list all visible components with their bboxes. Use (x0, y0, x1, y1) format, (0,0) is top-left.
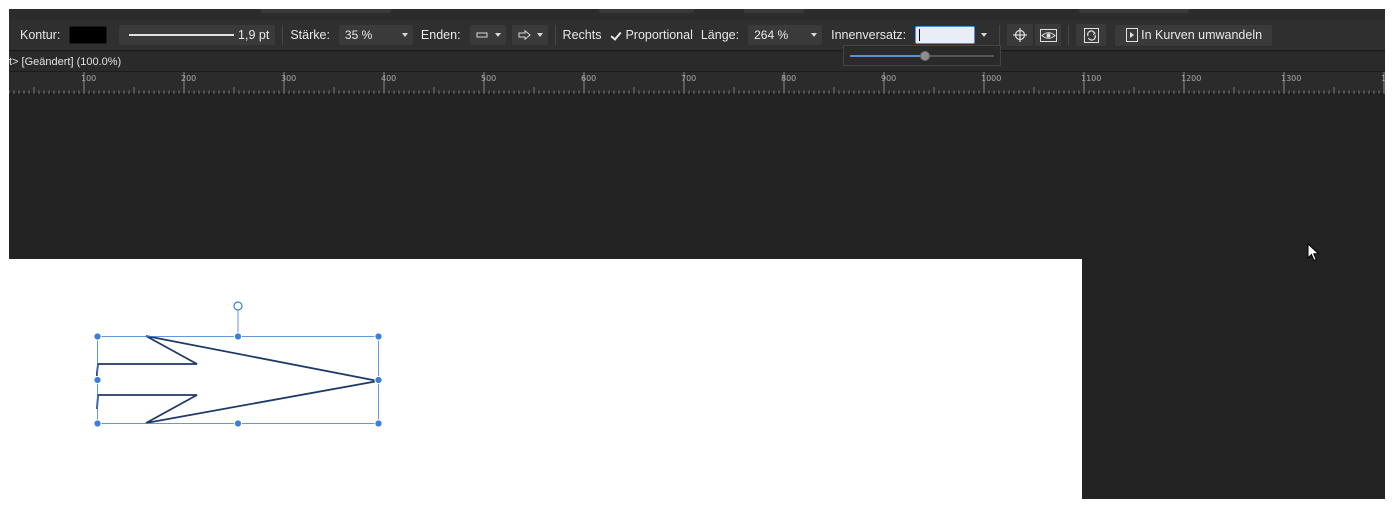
strength-dropdown[interactable]: 35 % (338, 25, 413, 45)
canvas-area[interactable] (9, 95, 1385, 499)
arrow-shape-outline[interactable] (96, 335, 379, 424)
eye-icon (1039, 28, 1057, 42)
rotation-handle[interactable] (233, 301, 243, 311)
document-tab-bar: t> [Geändert] (100.0%) (9, 52, 1385, 72)
ruler-label: 200 (181, 74, 197, 83)
ruler-label: 1200 (1181, 74, 1202, 83)
chevron-down-icon (401, 33, 408, 37)
sync-icon (1083, 27, 1099, 43)
length-value: 264 % (754, 28, 789, 42)
resize-handle-right[interactable] (374, 375, 383, 385)
ruler-label: 800 (781, 74, 797, 83)
stroke-preview-line (129, 34, 235, 36)
stroke-color-swatch[interactable] (69, 26, 108, 44)
ends-start-dropdown[interactable] (469, 25, 506, 45)
resize-handle-bottom[interactable] (233, 419, 243, 428)
document-page[interactable] (9, 259, 1082, 499)
convert-to-curves-button[interactable]: In Kurven umwandeln (1115, 24, 1273, 46)
strength-label: Stärke: (290, 28, 330, 42)
length-dropdown[interactable]: 264 % (748, 25, 823, 45)
selection-bounding-box (97, 336, 379, 424)
divider (282, 25, 284, 45)
chevron-down-icon (494, 33, 501, 37)
text-cursor (919, 29, 921, 41)
ruler-label: 600 (581, 74, 597, 83)
inset-label: Innenversatz: (831, 28, 907, 42)
ruler-label: 1100 (1081, 74, 1102, 83)
app-window: Kontur: 1,9 pt Stärke: 35 % Enden: Recht… (9, 9, 1385, 499)
resize-handle-top[interactable] (233, 332, 243, 341)
length-label: Länge: (700, 28, 740, 42)
main-toolbar-remnant (9, 9, 1385, 20)
inset-slider-thumb[interactable] (920, 51, 930, 61)
proportional-checkbox[interactable] (610, 30, 621, 41)
ruler-label: 500 (481, 74, 497, 83)
ends-end-dropdown[interactable] (511, 25, 548, 45)
divider (554, 25, 556, 45)
stroke-width-value: 1,9 pt (238, 28, 270, 42)
resize-handle-left[interactable] (93, 375, 102, 385)
resize-handle-top-left[interactable] (93, 332, 102, 341)
ruler-label: 400 (381, 74, 397, 83)
horizontal-ruler[interactable]: 100 200 300 400 500 600 700 800 900 1000 1100 1200 1… (9, 72, 1385, 94)
inset-dropdown-toggle[interactable] (977, 25, 989, 45)
proportional-label: Proportional (625, 28, 693, 42)
visibility-toggle-button[interactable] (1035, 24, 1062, 46)
transform-origin-icon (1013, 28, 1028, 42)
selected-arrow-shape[interactable] (9, 259, 429, 499)
inset-slider-fill (850, 55, 925, 57)
inset-input[interactable] (915, 26, 976, 44)
ruler-label: 1300 (1281, 74, 1302, 83)
resize-handle-bottom-left[interactable] (93, 419, 102, 428)
document-title[interactable]: t> [Geändert] (100.0%) (9, 56, 121, 68)
sync-button[interactable] (1076, 24, 1107, 46)
direction-label: Rechts (562, 28, 602, 42)
ruler-label: 14 (1381, 74, 1385, 83)
inset-slider-popup (843, 45, 1001, 66)
divider (999, 25, 1001, 45)
ruler-label: 300 (281, 74, 297, 83)
chevron-down-icon (536, 33, 543, 37)
resize-handle-top-right[interactable] (374, 332, 383, 341)
chevron-down-icon (811, 33, 818, 37)
ruler-label: 1000 (981, 74, 1002, 83)
ruler-label: 700 (681, 74, 697, 83)
strength-value: 35 % (344, 28, 373, 42)
line-end-none-icon (476, 32, 488, 38)
transform-origin-button[interactable] (1007, 24, 1034, 46)
stroke-width-control[interactable]: 1,9 pt (119, 25, 276, 45)
arrowhead-outline-icon (518, 30, 531, 40)
context-toolbar: Kontur: 1,9 pt Stärke: 35 % Enden: Recht… (9, 20, 1385, 51)
resize-handle-bottom-right[interactable] (374, 419, 383, 428)
inset-slider-track[interactable] (850, 51, 994, 61)
convert-to-curves-label: In Kurven umwandeln (1141, 28, 1263, 42)
mouse-pointer-icon (1307, 243, 1320, 262)
ruler-ticks (9, 72, 1385, 94)
ends-label: Enden: (420, 28, 461, 42)
chevron-down-icon (981, 33, 988, 37)
convert-to-curves-icon (1126, 28, 1139, 42)
ruler-label: 100 (81, 74, 97, 83)
ruler-label: 900 (881, 74, 897, 83)
divider (1068, 25, 1070, 45)
stroke-label: Kontur: (20, 28, 61, 42)
